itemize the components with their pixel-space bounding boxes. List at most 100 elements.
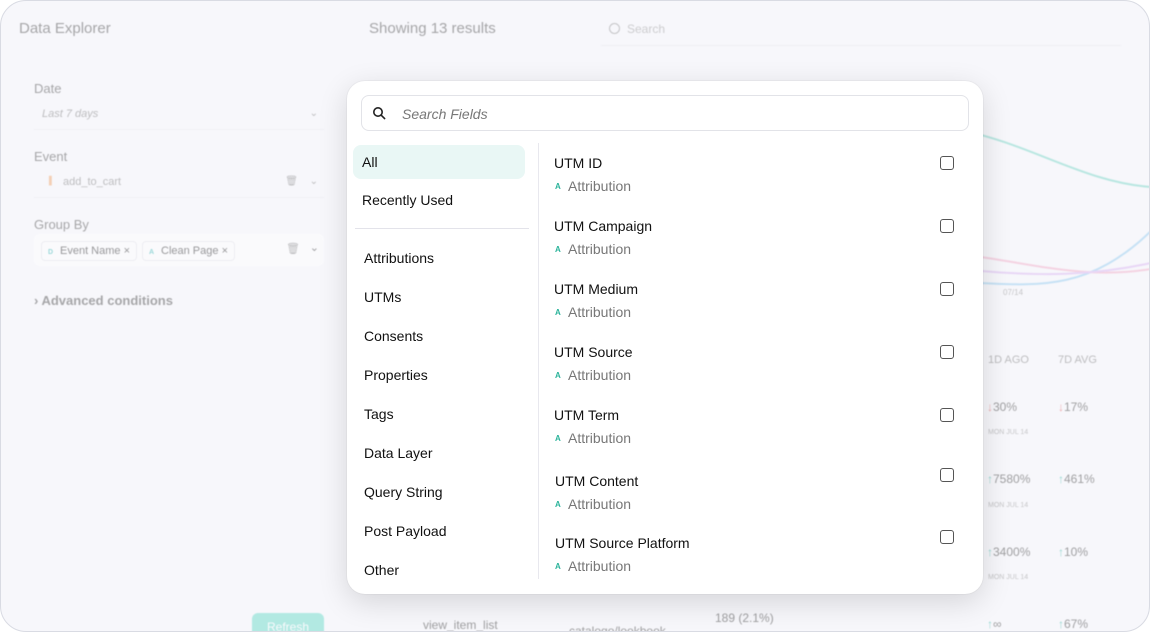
refresh-button[interactable]: Refresh [252,613,324,631]
category-divider [355,228,529,229]
field-name: UTM ID [554,155,603,171]
field-row-utm-medium[interactable]: UTM Medium A Attribution [539,271,969,327]
field-row-utm-id[interactable]: UTM ID A Attribution [539,145,969,201]
metric-1d-ago: ↑3400% [987,545,1031,559]
chevron-down-icon[interactable]: ⌄ [310,241,319,254]
category-other[interactable]: Other [355,553,527,587]
attribution-icon: A [555,562,561,571]
group-by-label: Group By [34,217,89,232]
category-post-payload[interactable]: Post Payload [355,514,527,548]
remove-icon[interactable]: × [222,245,228,257]
attribution-icon: A [555,500,561,509]
app-title: Data Explorer [19,20,111,37]
magnifier-icon [373,107,386,120]
remove-icon[interactable]: × [124,245,130,257]
metric-7d-avg: ↑461% [1058,472,1095,486]
category-list: All Recently Used Attributions UTMs Cons… [347,141,537,581]
attribution-icon: A [555,245,561,254]
field-row-utm-content[interactable]: UTM Content A Attribution [539,463,969,519]
field-name: UTM Medium [554,281,639,297]
advanced-conditions-label: Advanced conditions [41,293,173,308]
field-name: UTM Content [555,473,639,489]
background-search-placeholder: Search [627,22,666,36]
field-group: A Attribution [555,241,632,257]
field-picker-modal: All Recently Used Attributions UTMs Cons… [347,81,983,594]
group-chip-clean-page[interactable]: A Clean Page × [142,241,235,261]
chevron-down-icon[interactable]: ⌄ [310,176,318,187]
field-checkbox[interactable] [940,219,954,233]
category-query-string[interactable]: Query String [355,475,527,509]
background-search[interactable]: Search [601,13,1121,46]
field-list: UTM ID A Attribution UTM Campaign A Attrib… [539,141,979,581]
search-icon [609,23,620,34]
header-7d-avg: 7D AVG [1058,354,1097,366]
metric-7d-avg: ↑67% [1058,617,1089,631]
category-recently-used[interactable]: Recently Used [353,183,525,217]
dimension-badge-icon: D [48,249,54,256]
metric-1d-ago: ↑∞ [987,617,1002,631]
category-all[interactable]: All [353,145,525,179]
field-checkbox[interactable] [940,468,954,482]
field-row-utm-source[interactable]: UTM Source A Attribution [539,334,969,390]
metric-7d-avg: ↑10% [1058,545,1089,559]
category-tags[interactable]: Tags [355,397,527,431]
trash-icon[interactable]: 🗑 [285,176,298,187]
field-name: UTM Source [554,344,633,360]
field-name: UTM Campaign [554,218,653,234]
date-value: Last 7 days [42,108,99,120]
date-label: Date [34,81,62,96]
group-by-select[interactable]: D Event Name × A Clean Page × 🗑 ⌄ [34,234,324,266]
event-label: Event [34,149,68,164]
field-checkbox[interactable] [940,345,954,359]
field-group: A Attribution [555,304,632,320]
event-value: add_to_cart [63,176,122,188]
search-fields-input[interactable] [400,96,954,132]
category-attributions[interactable]: Attributions [355,241,527,275]
chart-line-pink [981,256,1149,274]
group-chip-event-name[interactable]: D Event Name × [41,241,138,261]
field-name: UTM Term [554,407,620,423]
field-group: A Attribution [555,558,632,574]
metric-1d-ago: ↓30% [987,400,1018,414]
chart-line-teal [981,134,1149,188]
metric-date: MON JUL 14 [988,429,1029,436]
chip-label: Clean Page [161,245,219,257]
attribution-icon: A [555,371,561,380]
field-checkbox[interactable] [940,156,954,170]
field-row-utm-source-platform[interactable]: UTM Source Platform A Attribution [539,525,969,581]
chart-line-blue [981,231,1149,286]
field-row-utm-campaign[interactable]: UTM Campaign A Attribution [539,208,969,264]
field-checkbox[interactable] [940,530,954,544]
advanced-conditions-toggle[interactable]: › Advanced conditions [34,293,173,308]
search-fields-box[interactable] [361,95,969,132]
event-type-icon: ▐ [46,176,52,185]
field-group: A Attribution [555,496,632,512]
attribution-icon: A [555,182,561,191]
table-cell-value: 189 (2.1%) [715,611,774,625]
category-data-layer[interactable]: Data Layer [355,436,527,470]
field-name: UTM Source Platform [555,535,690,551]
category-properties[interactable]: Properties [355,358,527,392]
trash-icon[interactable]: 🗑 [286,242,300,255]
category-consents[interactable]: Consents [355,319,527,353]
attribution-icon: A [555,308,561,317]
field-checkbox[interactable] [940,408,954,422]
metric-date: MON JUL 14 [988,574,1029,581]
metric-7d-avg: ↓17% [1058,400,1089,414]
attribution-icon: A [555,434,561,443]
background-trend-chart: 07/14 [981,134,1149,297]
field-group: A Attribution [555,430,632,446]
field-row-utm-term[interactable]: UTM Term A Attribution [539,397,969,453]
date-select[interactable]: Last 7 days ⌄ [34,99,324,130]
event-select[interactable]: ▐ add_to_cart 🗑 ⌄ [34,167,324,198]
results-count: Showing 13 results [369,20,496,37]
field-checkbox[interactable] [940,282,954,296]
field-group: A Attribution [555,178,632,194]
chip-label: Event Name [60,245,121,257]
category-utms[interactable]: UTMs [355,280,527,314]
table-cell-event: view_item_list [423,618,498,632]
chevron-down-icon: ⌄ [309,108,318,119]
field-group: A Attribution [555,367,632,383]
attribution-badge-icon: A [149,249,155,256]
metric-1d-ago: ↑7580% [987,472,1031,486]
